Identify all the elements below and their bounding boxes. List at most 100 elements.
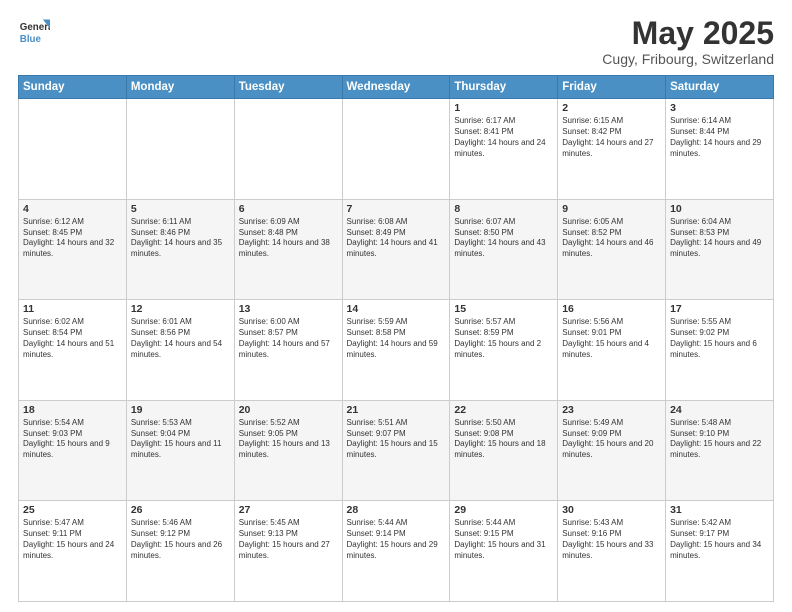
calendar-page: General Blue May 2025 Cugy, Fribourg, Sw…: [0, 0, 792, 612]
day-number: 17: [670, 303, 769, 315]
day-cell-4-2: 27Sunrise: 5:45 AMSunset: 9:13 PMDayligh…: [234, 501, 342, 602]
day-info: Sunrise: 6:07 AMSunset: 8:50 PMDaylight:…: [454, 217, 553, 260]
day-cell-2-6: 17Sunrise: 5:55 AMSunset: 9:02 PMDayligh…: [666, 300, 774, 401]
day-info: Sunrise: 5:50 AMSunset: 9:08 PMDaylight:…: [454, 418, 553, 461]
day-number: 14: [347, 303, 446, 315]
day-number: 11: [23, 303, 122, 315]
header: General Blue May 2025 Cugy, Fribourg, Sw…: [18, 16, 774, 67]
day-number: 10: [670, 203, 769, 215]
day-number: 22: [454, 404, 553, 416]
subtitle: Cugy, Fribourg, Switzerland: [602, 51, 774, 67]
day-info: Sunrise: 6:02 AMSunset: 8:54 PMDaylight:…: [23, 317, 122, 360]
day-number: 1: [454, 102, 553, 114]
day-number: 26: [131, 504, 230, 516]
day-info: Sunrise: 5:51 AMSunset: 9:07 PMDaylight:…: [347, 418, 446, 461]
day-number: 28: [347, 504, 446, 516]
week-row-2: 4 Sunrise: 6:12 AMSunset: 8:45 PMDaylight…: [19, 199, 774, 300]
day-number: 16: [562, 303, 661, 315]
week-row-5: 25Sunrise: 5:47 AMSunset: 9:11 PMDayligh…: [19, 501, 774, 602]
day-info: Sunrise: 6:12 AMSunset: 8:45 PMDaylight:…: [23, 217, 122, 260]
day-number: 21: [347, 404, 446, 416]
day-info: Sunrise: 5:56 AMSunset: 9:01 PMDaylight:…: [562, 317, 661, 360]
day-info: Sunrise: 5:46 AMSunset: 9:12 PMDaylight:…: [131, 518, 230, 561]
day-cell-2-1: 12 Sunrise: 6:01 AMSunset: 8:56 PMDayligh…: [126, 300, 234, 401]
day-info: Sunrise: 6:08 AMSunset: 8:49 PMDaylight:…: [347, 217, 446, 260]
day-number: 4: [23, 203, 122, 215]
day-cell-0-4: 1 Sunrise: 6:17 AMSunset: 8:41 PMDaylight…: [450, 99, 558, 200]
day-number: 2: [562, 102, 661, 114]
day-info: Sunrise: 6:00 AMSunset: 8:57 PMDaylight:…: [239, 317, 338, 360]
day-cell-3-0: 18Sunrise: 5:54 AMSunset: 9:03 PMDayligh…: [19, 400, 127, 501]
day-cell-4-5: 30Sunrise: 5:43 AMSunset: 9:16 PMDayligh…: [558, 501, 666, 602]
day-number: 7: [347, 203, 446, 215]
day-number: 29: [454, 504, 553, 516]
week-row-3: 11 Sunrise: 6:02 AMSunset: 8:54 PMDayligh…: [19, 300, 774, 401]
day-cell-3-5: 23 Sunrise: 5:49 AMSunset: 9:09 PMDayligh…: [558, 400, 666, 501]
day-number: 15: [454, 303, 553, 315]
calendar-table: Sunday Monday Tuesday Wednesday Thursday…: [18, 75, 774, 602]
day-info: Sunrise: 5:52 AMSunset: 9:05 PMDaylight:…: [239, 418, 338, 461]
day-number: 19: [131, 404, 230, 416]
main-title: May 2025: [602, 16, 774, 51]
day-info: Sunrise: 6:04 AMSunset: 8:53 PMDaylight:…: [670, 217, 769, 260]
svg-text:Blue: Blue: [20, 34, 42, 45]
day-cell-0-5: 2 Sunrise: 6:15 AMSunset: 8:42 PMDaylight…: [558, 99, 666, 200]
day-cell-1-5: 9 Sunrise: 6:05 AMSunset: 8:52 PMDaylight…: [558, 199, 666, 300]
week-row-1: 1 Sunrise: 6:17 AMSunset: 8:41 PMDaylight…: [19, 99, 774, 200]
day-cell-0-6: 3 Sunrise: 6:14 AMSunset: 8:44 PMDaylight…: [666, 99, 774, 200]
day-cell-0-0: [19, 99, 127, 200]
day-info: Sunrise: 6:11 AMSunset: 8:46 PMDaylight:…: [131, 217, 230, 260]
day-number: 25: [23, 504, 122, 516]
header-sunday: Sunday: [19, 76, 127, 99]
day-cell-2-5: 16 Sunrise: 5:56 AMSunset: 9:01 PMDayligh…: [558, 300, 666, 401]
day-info: Sunrise: 6:17 AMSunset: 8:41 PMDaylight:…: [454, 116, 553, 159]
day-info: Sunrise: 5:43 AMSunset: 9:16 PMDaylight:…: [562, 518, 661, 561]
day-cell-2-2: 13Sunrise: 6:00 AMSunset: 8:57 PMDayligh…: [234, 300, 342, 401]
day-cell-1-1: 5 Sunrise: 6:11 AMSunset: 8:46 PMDaylight…: [126, 199, 234, 300]
logo-icon: General Blue: [18, 16, 50, 48]
day-cell-4-6: 31 Sunrise: 5:42 AMSunset: 9:17 PMDayligh…: [666, 501, 774, 602]
day-cell-0-2: [234, 99, 342, 200]
day-cell-2-4: 15 Sunrise: 5:57 AMSunset: 8:59 PMDayligh…: [450, 300, 558, 401]
day-number: 8: [454, 203, 553, 215]
day-cell-2-0: 11 Sunrise: 6:02 AMSunset: 8:54 PMDayligh…: [19, 300, 127, 401]
day-info: Sunrise: 5:42 AMSunset: 9:17 PMDaylight:…: [670, 518, 769, 561]
day-cell-0-3: [342, 99, 450, 200]
day-info: Sunrise: 5:48 AMSunset: 9:10 PMDaylight:…: [670, 418, 769, 461]
day-cell-4-3: 28 Sunrise: 5:44 AMSunset: 9:14 PMDayligh…: [342, 501, 450, 602]
header-friday: Friday: [558, 76, 666, 99]
day-number: 6: [239, 203, 338, 215]
day-cell-0-1: [126, 99, 234, 200]
day-info: Sunrise: 5:44 AMSunset: 9:15 PMDaylight:…: [454, 518, 553, 561]
header-tuesday: Tuesday: [234, 76, 342, 99]
day-number: 3: [670, 102, 769, 114]
day-info: Sunrise: 6:14 AMSunset: 8:44 PMDaylight:…: [670, 116, 769, 159]
day-number: 9: [562, 203, 661, 215]
day-info: Sunrise: 5:45 AMSunset: 9:13 PMDaylight:…: [239, 518, 338, 561]
day-number: 12: [131, 303, 230, 315]
day-cell-4-1: 26 Sunrise: 5:46 AMSunset: 9:12 PMDayligh…: [126, 501, 234, 602]
header-monday: Monday: [126, 76, 234, 99]
logo: General Blue: [18, 16, 50, 48]
title-block: May 2025 Cugy, Fribourg, Switzerland: [602, 16, 774, 67]
day-info: Sunrise: 5:49 AMSunset: 9:09 PMDaylight:…: [562, 418, 661, 461]
day-info: Sunrise: 5:44 AMSunset: 9:14 PMDaylight:…: [347, 518, 446, 561]
day-cell-3-3: 21 Sunrise: 5:51 AMSunset: 9:07 PMDayligh…: [342, 400, 450, 501]
header-wednesday: Wednesday: [342, 76, 450, 99]
day-number: 5: [131, 203, 230, 215]
header-saturday: Saturday: [666, 76, 774, 99]
day-info: Sunrise: 6:05 AMSunset: 8:52 PMDaylight:…: [562, 217, 661, 260]
day-cell-2-3: 14 Sunrise: 5:59 AMSunset: 8:58 PMDayligh…: [342, 300, 450, 401]
week-row-4: 18Sunrise: 5:54 AMSunset: 9:03 PMDayligh…: [19, 400, 774, 501]
day-info: Sunrise: 6:15 AMSunset: 8:42 PMDaylight:…: [562, 116, 661, 159]
day-number: 23: [562, 404, 661, 416]
day-info: Sunrise: 5:59 AMSunset: 8:58 PMDaylight:…: [347, 317, 446, 360]
day-info: Sunrise: 5:57 AMSunset: 8:59 PMDaylight:…: [454, 317, 553, 360]
day-info: Sunrise: 5:54 AMSunset: 9:03 PMDaylight:…: [23, 418, 122, 461]
day-number: 24: [670, 404, 769, 416]
day-info: Sunrise: 6:01 AMSunset: 8:56 PMDaylight:…: [131, 317, 230, 360]
header-thursday: Thursday: [450, 76, 558, 99]
day-number: 31: [670, 504, 769, 516]
day-info: Sunrise: 6:09 AMSunset: 8:48 PMDaylight:…: [239, 217, 338, 260]
day-cell-3-4: 22 Sunrise: 5:50 AMSunset: 9:08 PMDayligh…: [450, 400, 558, 501]
